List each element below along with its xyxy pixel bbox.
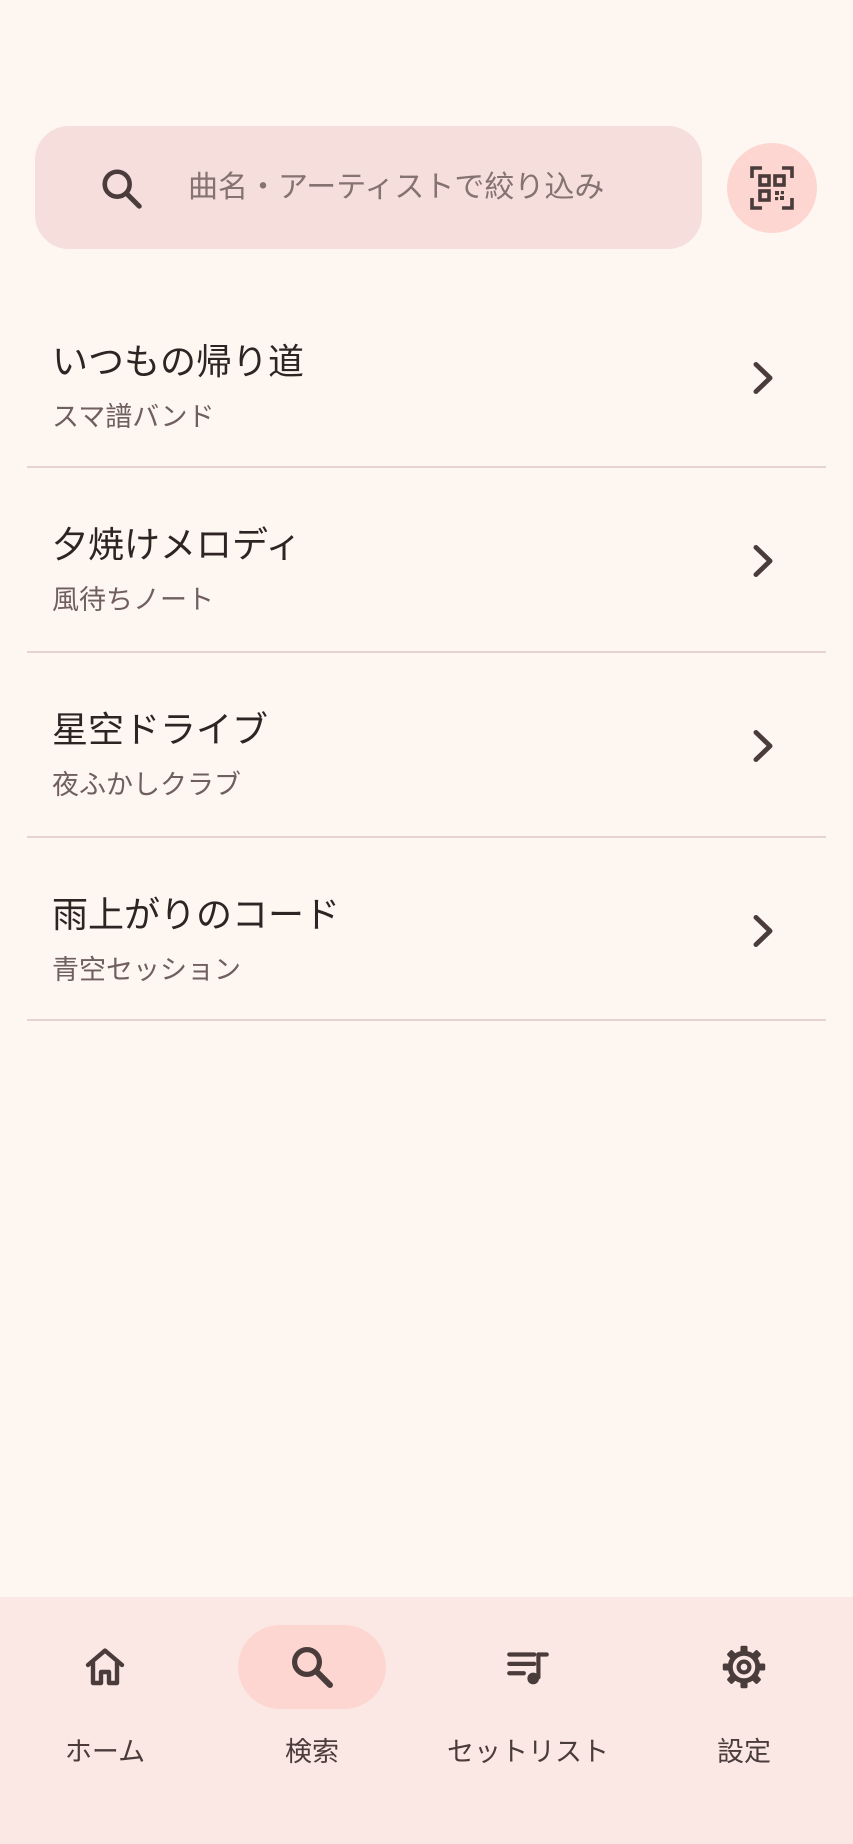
song-title: いつもの帰り道: [52, 342, 305, 383]
chevron-right-icon: [753, 729, 773, 763]
song-title: 夕焼けメロディ: [52, 525, 302, 566]
search-bar[interactable]: [35, 126, 702, 249]
nav-item-home[interactable]: ホーム: [5, 1597, 205, 1844]
nav-label: セットリスト: [447, 1737, 609, 1768]
list-item[interactable]: いつもの帰り道 スマ譜バンド: [27, 285, 826, 468]
bottom-navigation: ホーム 検索 セットリスト 設定: [0, 1597, 853, 1844]
song-artist: スマ譜バンド: [52, 402, 215, 433]
chevron-right-icon: [753, 544, 773, 578]
home-icon: [85, 1648, 125, 1686]
nav-pill-active: [238, 1625, 386, 1709]
song-artist: 青空セッション: [52, 955, 241, 986]
nav-item-search[interactable]: 検索: [212, 1597, 412, 1844]
song-list: いつもの帰り道 スマ譜バンド 夕焼けメロディ 風待ちノート 星空ドライブ 夜ふか…: [27, 285, 826, 1021]
song-title: 雨上がりのコード: [52, 895, 341, 936]
nav-item-settings[interactable]: 設定: [644, 1597, 844, 1844]
nav-label: ホーム: [64, 1737, 146, 1768]
song-artist: 風待ちノート: [52, 585, 214, 616]
search-icon: [102, 169, 142, 209]
nav-label: 検索: [285, 1737, 339, 1768]
list-item[interactable]: 星空ドライブ 夜ふかしクラブ: [27, 653, 826, 838]
nav-item-setlist[interactable]: セットリスト: [428, 1597, 628, 1844]
gear-icon: [722, 1645, 766, 1689]
playlist-icon: [507, 1652, 549, 1685]
chevron-right-icon: [753, 361, 773, 395]
list-item[interactable]: 夕焼けメロディ 風待ちノート: [27, 468, 826, 653]
song-title: 星空ドライブ: [52, 710, 269, 751]
nav-pill: [454, 1625, 602, 1709]
song-artist: 夜ふかしクラブ: [52, 770, 241, 801]
search-icon: [292, 1647, 333, 1688]
list-item[interactable]: 雨上がりのコード 青空セッション: [27, 838, 826, 1021]
nav-label: 設定: [717, 1737, 771, 1768]
nav-pill: [31, 1625, 179, 1709]
qr-code-scan-icon: [750, 166, 794, 210]
search-input[interactable]: [188, 126, 678, 249]
chevron-right-icon: [753, 914, 773, 948]
nav-pill: [670, 1625, 818, 1709]
qr-scan-button[interactable]: [727, 143, 817, 233]
